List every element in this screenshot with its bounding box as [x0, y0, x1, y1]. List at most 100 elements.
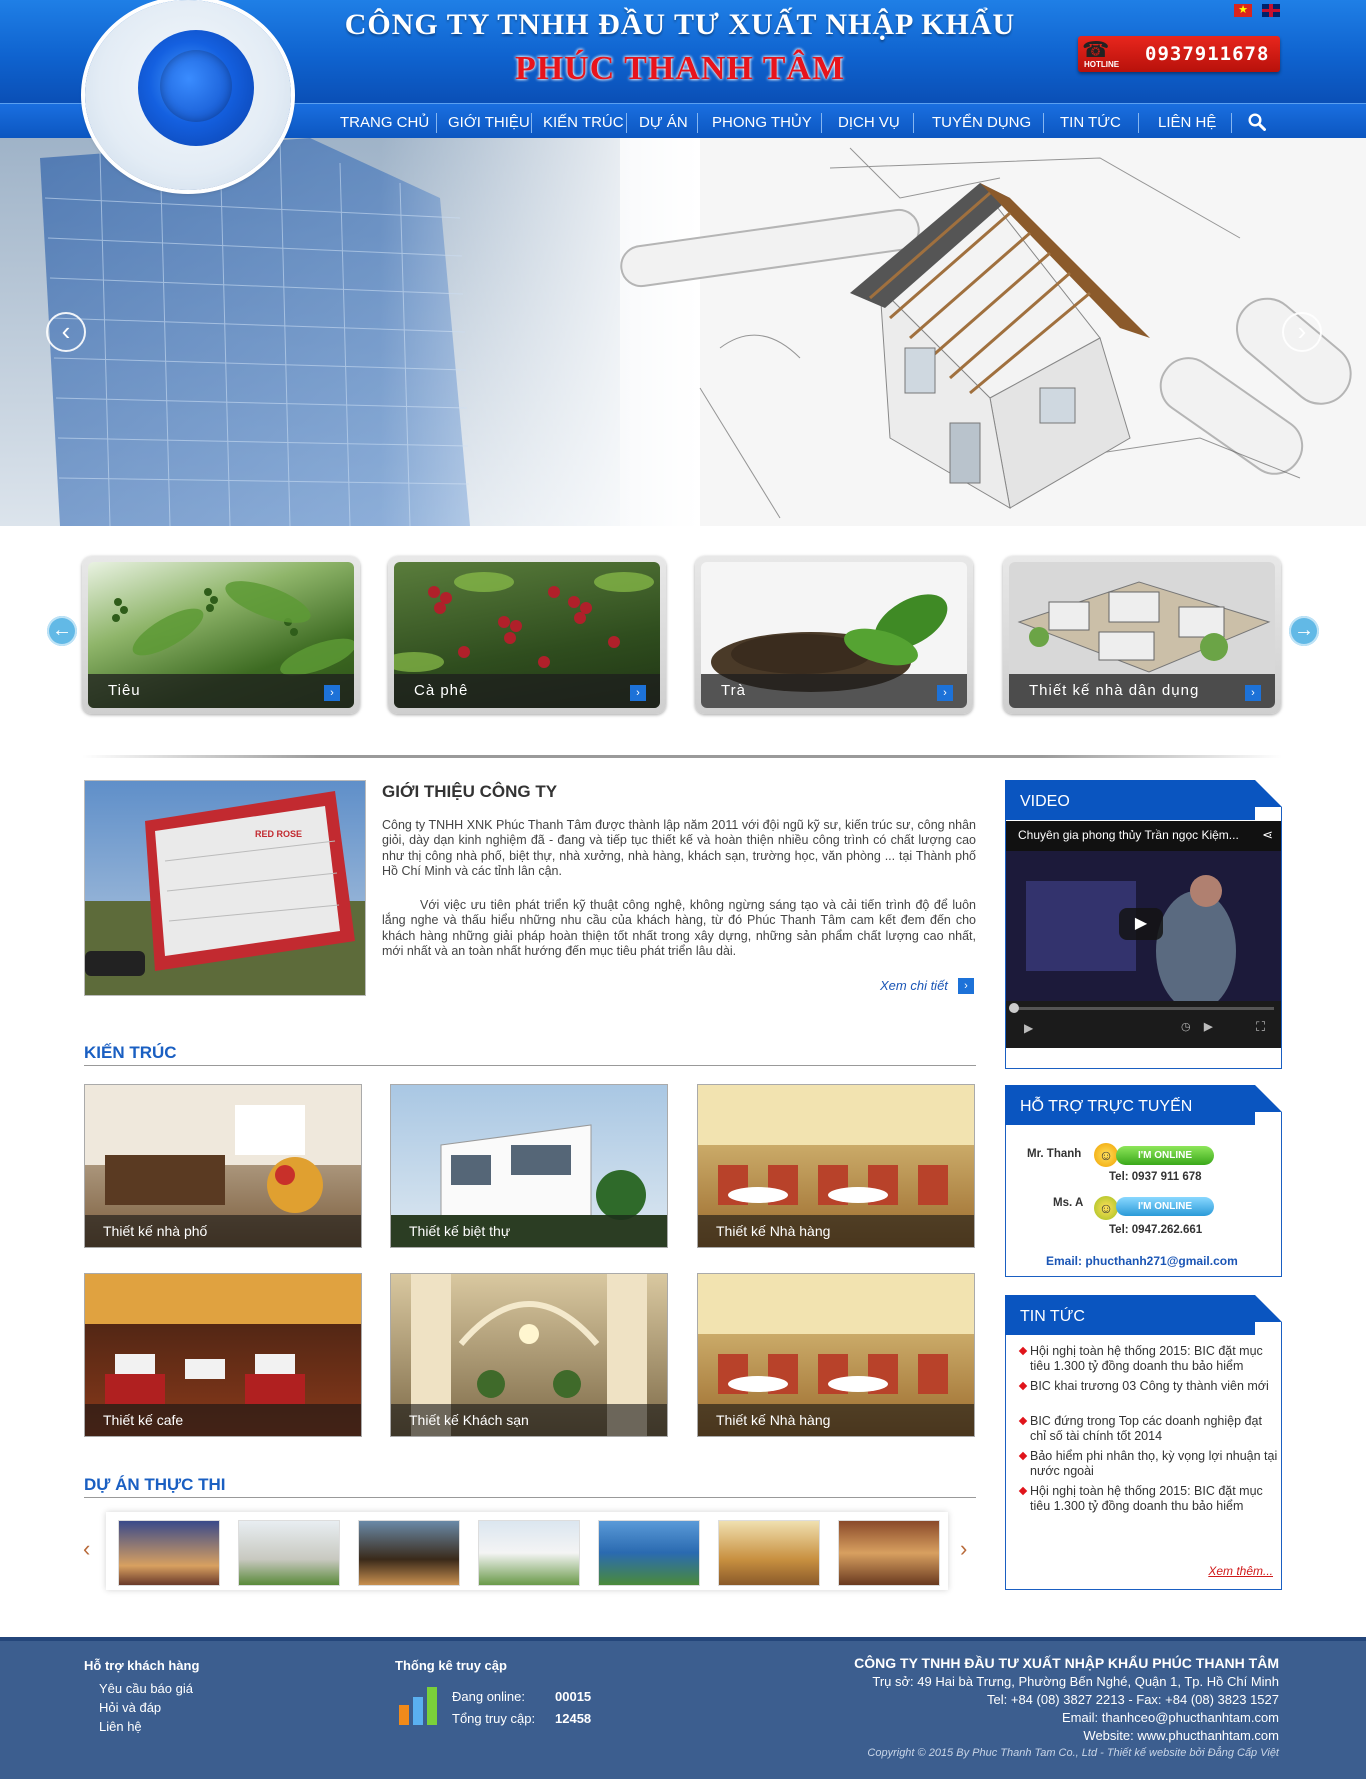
architecture-item-villa[interactable]: Thiết kế biệt thự — [390, 1084, 668, 1248]
support-person-2-phone: Tel: 0947.262.661 — [1109, 1224, 1203, 1236]
project-thumbnail[interactable] — [478, 1520, 580, 1586]
support-box-title: HỖ TRỢ TRỰC TUYẾN — [1020, 1098, 1193, 1115]
category-card-pepper[interactable]: Tiêu › — [82, 556, 360, 714]
support-person-1-name: Mr. Thanh — [1027, 1148, 1082, 1160]
arrow-right-icon[interactable]: › — [937, 685, 953, 701]
architecture-item-townhouse[interactable]: Thiết kế nhà phố — [84, 1084, 362, 1248]
architecture-item-restaurant[interactable]: Thiết kế Nhà hàng — [697, 1084, 975, 1248]
banner-next-arrow[interactable]: › — [1282, 312, 1322, 352]
project-thumbnail[interactable] — [838, 1520, 940, 1586]
news-item[interactable]: Bảo hiểm phi nhân thọ, kỳ vọng lợi nhuận… — [1020, 1449, 1280, 1478]
section-underline — [84, 1065, 976, 1066]
project-thumbnail[interactable] — [598, 1520, 700, 1586]
search-icon[interactable] — [1248, 113, 1266, 131]
vietnamese-flag-icon[interactable]: ★ — [1234, 4, 1252, 17]
nav-item-about[interactable]: GIỚI THIỆU — [448, 113, 530, 133]
footer-link-contact[interactable]: Liên hệ — [99, 1719, 142, 1734]
nav-separator — [821, 113, 822, 133]
section-divider — [82, 755, 1282, 758]
nav-separator — [1231, 113, 1232, 133]
arrow-right-icon[interactable]: › — [958, 978, 974, 994]
intro-building-image: RED ROSE — [84, 780, 366, 996]
projects-prev-arrow[interactable]: ‹ — [83, 1536, 90, 1562]
fullscreen-icon[interactable]: ⛶ — [1256, 1019, 1265, 1035]
architecture-item-hotel[interactable]: Thiết kế Khách sạn — [390, 1273, 668, 1437]
nav-separator — [1043, 113, 1044, 133]
footer-link-quote[interactable]: Yêu cầu báo giá — [99, 1681, 193, 1696]
architecture-section-title: KIẾN TRÚC — [84, 1043, 177, 1062]
architecture-item-restaurant-2[interactable]: Thiết kế Nhà hàng — [697, 1273, 975, 1437]
architecture-item-label: Thiết kế Nhà hàng — [716, 1412, 831, 1428]
video-player[interactable]: Chuyên gia phong thủy Trần ngọc Kiệm... … — [1006, 821, 1281, 1048]
project-thumbnail[interactable] — [118, 1520, 220, 1586]
support-person-2-name: Ms. A — [1053, 1197, 1084, 1209]
footer-link-faq[interactable]: Hỏi và đáp — [99, 1700, 161, 1715]
arrow-right-icon[interactable]: › — [1245, 685, 1261, 701]
hero-banner — [0, 138, 1366, 526]
nav-item-projects[interactable]: DỰ ÁN — [639, 113, 688, 133]
video-box: VIDEO Chuyên gia phong thủy Trần ngọc Ki… — [1005, 780, 1282, 1069]
read-more-link[interactable]: Xem chi tiết — [880, 978, 948, 993]
online-status-button-2[interactable]: I'M ONLINE — [1116, 1197, 1214, 1216]
nav-item-fengshui[interactable]: PHONG THỦY — [712, 113, 812, 133]
news-item[interactable]: Hội nghị toàn hệ thống 2015: BIC đặt mục… — [1020, 1344, 1280, 1373]
footer-stats-title: Thống kê truy cập — [395, 1658, 507, 1673]
intro-paragraph-2: Với việc ưu tiên phát triển kỹ thuật côn… — [382, 898, 976, 958]
footer-copyright: Copyright © 2015 By Phuc Thanh Tam Co., … — [867, 1747, 1279, 1759]
hotline-badge[interactable]: ☎ HOTLINE 0937911678 — [1078, 36, 1280, 72]
project-thumbnail[interactable] — [358, 1520, 460, 1586]
nav-item-home[interactable]: TRANG CHỦ — [340, 113, 429, 133]
share-icon[interactable]: ⋖ — [1262, 827, 1273, 843]
news-item[interactable]: BIC khai trương 03 Công ty thành viên mớ… — [1020, 1379, 1280, 1394]
arrow-right-icon[interactable]: › — [630, 685, 646, 701]
footer-phone: Tel: +84 (08) 3827 2213 - Fax: +84 (08) … — [987, 1692, 1279, 1707]
footer-website[interactable]: Website: www.phucthanhtam.com — [1083, 1728, 1279, 1743]
total-visits-value: 12458 — [555, 1711, 592, 1726]
youtube-logo-icon[interactable]: ▶︎ — [1204, 1020, 1212, 1033]
online-count-label: Đang online: — [452, 1689, 525, 1704]
support-email-link[interactable]: Email: phucthanh271@gmail.com — [1046, 1254, 1238, 1268]
nav-item-news[interactable]: TIN TỨC — [1060, 113, 1121, 133]
nav-separator — [1138, 113, 1139, 133]
architecture-item-label: Thiết kế cafe — [103, 1412, 184, 1428]
category-label: Thiết kế nhà dân dụng — [1029, 682, 1200, 699]
news-more-link[interactable]: Xem thêm... — [1208, 1564, 1273, 1578]
nav-item-services[interactable]: DỊCH VỤ — [838, 113, 900, 133]
news-box: TIN TỨC Hội nghị toàn hệ thống 2015: BIC… — [1005, 1295, 1282, 1590]
clock-icon[interactable]: ◷ — [1181, 1020, 1191, 1033]
play-icon[interactable]: ▶ — [1119, 908, 1163, 940]
architecture-item-cafe[interactable]: Thiết kế cafe — [84, 1273, 362, 1437]
category-card-tea[interactable]: Trà › — [695, 556, 973, 714]
nav-separator — [626, 113, 627, 133]
online-count-value: 00015 — [555, 1689, 592, 1704]
projects-next-arrow[interactable]: › — [960, 1536, 967, 1562]
hotline-label: HOTLINE — [1084, 60, 1120, 69]
banner-prev-arrow[interactable]: ‹ — [46, 312, 86, 352]
video-box-title: VIDEO — [1020, 793, 1070, 810]
play-control-icon[interactable]: ▶ — [1024, 1021, 1033, 1035]
project-thumbnail[interactable] — [238, 1520, 340, 1586]
category-card-coffee[interactable]: Cà phê › — [388, 556, 666, 714]
stats-chart-icon — [399, 1687, 437, 1725]
news-item[interactable]: BIC đứng trong Top các doanh nghiệp đạt … — [1020, 1414, 1280, 1443]
category-label: Cà phê — [414, 682, 469, 699]
category-label: Tiêu — [108, 682, 141, 699]
nav-separator — [913, 113, 914, 133]
company-logo[interactable] — [85, 0, 291, 190]
nav-item-architecture[interactable]: KIẾN TRÚC — [543, 113, 624, 133]
category-prev-arrow[interactable]: ← — [47, 616, 77, 646]
company-name-line1: CÔNG TY TNHH ĐẦU TƯ XUẤT NHẬP KHẨU — [344, 8, 1016, 41]
category-card-house-design[interactable]: Thiết kế nhà dân dụng › — [1003, 556, 1281, 714]
arrow-right-icon[interactable]: › — [324, 685, 340, 701]
company-name-line2: PHÚC THANH TÂM — [514, 50, 846, 87]
english-flag-icon[interactable] — [1262, 4, 1280, 17]
category-next-arrow[interactable]: → — [1289, 616, 1319, 646]
news-item[interactable]: Hội nghị toàn hệ thống 2015: BIC đặt mục… — [1020, 1484, 1280, 1513]
footer-email[interactable]: Email: thanhceo@phucthanhtam.com — [1062, 1710, 1279, 1725]
online-support-box: HỖ TRỢ TRỰC TUYẾN Mr. Thanh ☺ I'M ONLINE… — [1005, 1085, 1282, 1277]
online-status-button-1[interactable]: I'M ONLINE — [1116, 1146, 1214, 1165]
nav-item-recruitment[interactable]: TUYỂN DỤNG — [932, 113, 1031, 133]
nav-item-contact[interactable]: LIÊN HỆ — [1158, 113, 1216, 133]
total-visits-label: Tổng truy cập: — [452, 1711, 536, 1726]
project-thumbnail[interactable] — [718, 1520, 820, 1586]
